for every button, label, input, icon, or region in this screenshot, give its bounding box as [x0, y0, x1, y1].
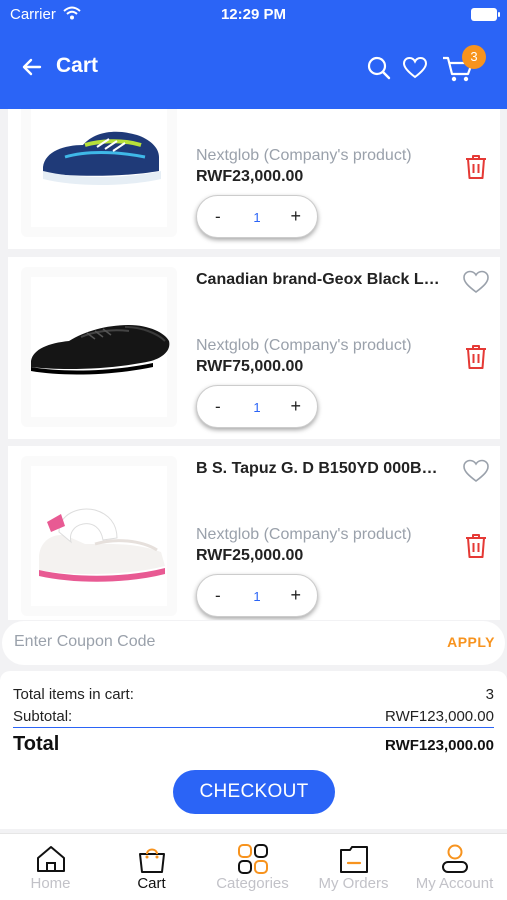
orders-icon	[340, 846, 368, 873]
battery-icon	[471, 8, 500, 21]
tab-categories[interactable]: Categories	[202, 834, 303, 900]
subtotal-row: Subtotal: RWF123,000.00	[13, 708, 494, 725]
home-icon	[37, 846, 65, 872]
heart-icon[interactable]	[402, 55, 428, 81]
back-arrow-icon[interactable]	[20, 55, 44, 79]
total-row: Total RWF123,000.00	[13, 733, 494, 756]
product-price: RWF23,000.00	[196, 168, 304, 185]
tab-my-account[interactable]: My Account	[404, 834, 505, 900]
subtotal-label: Subtotal:	[13, 708, 73, 725]
order-summary: Total items in cart: 3 Subtotal: RWF123,…	[0, 671, 507, 829]
items-count-row: Total items in cart: 3	[13, 686, 494, 703]
app-header: Carrier 12:29 PM Cart 3	[0, 0, 507, 109]
search-icon[interactable]	[366, 55, 392, 81]
cart-item: B S. Tapuz G. D B150YD 000BC White Sanda…	[8, 446, 500, 620]
tab-cart[interactable]: Cart	[101, 834, 202, 900]
grid-icon	[238, 844, 268, 874]
increase-button[interactable]: +	[290, 585, 301, 606]
product-price: RWF25,000.00	[196, 547, 304, 564]
product-image[interactable]	[21, 456, 177, 616]
trash-icon[interactable]	[464, 532, 488, 560]
tab-label: Home	[30, 875, 71, 892]
trash-icon[interactable]	[464, 153, 488, 181]
tab-label: My Account	[415, 875, 494, 892]
product-image[interactable]	[21, 109, 177, 237]
cart-item-list[interactable]: Nextglob (Company's product) RWF23,000.0…	[0, 109, 507, 620]
checkout-button[interactable]: CHECKOUT	[173, 770, 335, 814]
leather-shoe-image	[31, 325, 170, 375]
quantity-stepper: - 1 +	[196, 195, 318, 238]
tab-my-orders[interactable]: My Orders	[303, 834, 404, 900]
sandal-image	[39, 508, 165, 582]
product-vendor: Nextglob (Company's product)	[196, 147, 412, 164]
cart-item: Nextglob (Company's product) RWF23,000.0…	[8, 109, 500, 249]
bottom-tab-bar: Home Cart Categories My Orders My Accoun…	[0, 833, 507, 900]
total-label: Total	[13, 733, 60, 755]
cart-item: Canadian brand-Geox Black Leather Shoe N…	[8, 257, 500, 439]
items-count-label: Total items in cart:	[13, 686, 134, 703]
tab-label: Cart	[137, 875, 166, 892]
product-vendor: Nextglob (Company's product)	[196, 526, 412, 543]
apply-coupon-button[interactable]: APPLY	[447, 634, 495, 650]
coupon-input[interactable]: Enter Coupon Code	[14, 633, 155, 651]
divider	[13, 727, 494, 728]
page-title: Cart	[56, 54, 99, 77]
account-icon	[442, 844, 468, 873]
sneaker-image	[43, 131, 161, 185]
product-image[interactable]	[21, 267, 177, 427]
total-value: RWF123,000.00	[385, 737, 494, 754]
product-name[interactable]: B S. Tapuz G. D B150YD 000BC White Sanda…	[196, 460, 446, 478]
product-vendor: Nextglob (Company's product)	[196, 337, 412, 354]
coupon-bar: Enter Coupon Code APPLY	[2, 621, 505, 665]
product-name[interactable]: Canadian brand-Geox Black Leather Shoe	[196, 271, 446, 289]
items-count-value: 3	[485, 686, 494, 703]
tab-label: My Orders	[318, 875, 389, 892]
tab-home[interactable]: Home	[0, 834, 101, 900]
trash-icon[interactable]	[464, 343, 488, 371]
quantity-stepper: - 1 +	[196, 574, 318, 617]
cart-count-badge: 3	[462, 45, 486, 69]
subtotal-value: RWF123,000.00	[385, 708, 494, 725]
increase-button[interactable]: +	[290, 206, 301, 227]
product-price: RWF75,000.00	[196, 358, 304, 375]
bag-icon	[139, 848, 165, 873]
wishlist-heart-icon[interactable]	[462, 269, 490, 295]
clock: 12:29 PM	[220, 6, 287, 23]
tab-label: Categories	[216, 875, 289, 892]
quantity-stepper: - 1 +	[196, 385, 318, 428]
wishlist-heart-icon[interactable]	[462, 458, 490, 484]
increase-button[interactable]: +	[290, 396, 301, 417]
status-bar: Carrier 12:29 PM	[0, 0, 507, 30]
